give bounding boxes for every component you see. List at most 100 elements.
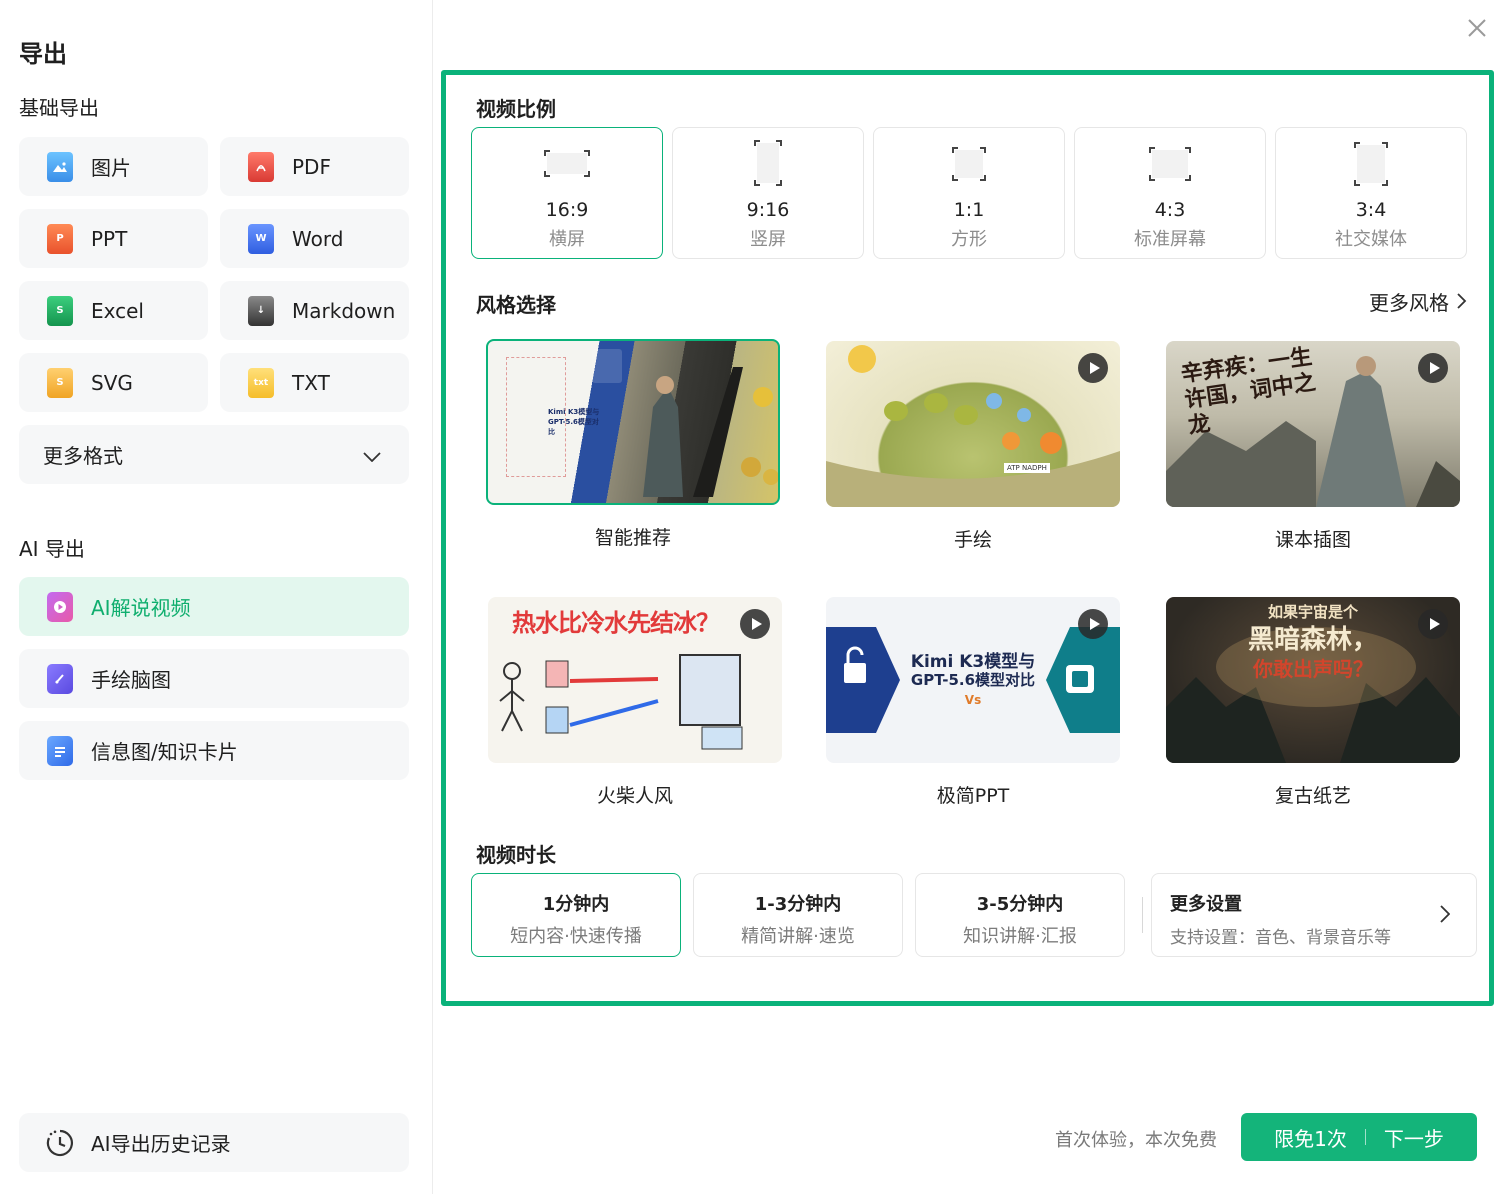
more-formats-dropdown[interactable]: 更多格式: [19, 425, 409, 484]
format-label: Markdown: [292, 298, 396, 323]
pdf-icon: [248, 151, 274, 182]
duration-option-1min[interactable]: 1分钟内 短内容·快速传播: [471, 873, 681, 957]
format-label: 图片: [91, 156, 131, 180]
format-ppt-button[interactable]: P PPT: [19, 209, 208, 268]
ai-export-history-button[interactable]: AI导出历史记录: [19, 1113, 409, 1172]
history-icon: [45, 1128, 75, 1158]
thumb-text: Kimi K3模型与 GPT-5.6模型对比: [548, 408, 600, 436]
ratio-standard-icon: [1149, 147, 1191, 181]
style-option-handdrawn[interactable]: ATP NADPH 手绘: [826, 341, 1120, 552]
play-icon: [1418, 353, 1448, 383]
history-label: AI导出历史记录: [91, 1132, 231, 1156]
duration-value: 1-3分钟内: [754, 894, 842, 915]
style-heading: 风格选择: [476, 293, 556, 317]
format-label: Word: [292, 226, 344, 251]
more-formats-label: 更多格式: [43, 444, 123, 468]
format-label: TXT: [292, 370, 330, 395]
ai-video-button[interactable]: AI解说视频: [19, 577, 409, 636]
style-option-minimal-ppt[interactable]: Kimi K3模型与 GPT-5.6模型对比 Vs 极简PPT: [826, 597, 1120, 808]
format-pdf-button[interactable]: PDF: [220, 137, 409, 196]
style-option-textbook[interactable]: 辛弃疾：一生许国，词中之龙 课本插图: [1166, 341, 1460, 552]
ratio-option-3-4[interactable]: 3:4 社交媒体: [1275, 127, 1467, 259]
ai-item-label: 信息图/知识卡片: [91, 740, 238, 764]
ratio-desc: 社交媒体: [1335, 229, 1407, 250]
style-thumbnail: Kimi K3模型与 GPT-5.6模型对比: [486, 339, 780, 505]
ratio-option-16-9[interactable]: 16:9 横屏: [471, 127, 663, 259]
thumb-vs: Vs: [964, 693, 982, 707]
style-option-stickman[interactable]: 热水比冷水先结冰？ 火柴人风: [488, 597, 782, 808]
divider: [1142, 897, 1143, 933]
ratio-value: 16:9: [545, 199, 589, 221]
chevron-right-icon: [1457, 290, 1467, 314]
duration-option-1-3min[interactable]: 1-3分钟内 精简讲解·速览: [693, 873, 903, 957]
ratio-desc: 标准屏幕: [1134, 229, 1206, 250]
ratio-desc: 方形: [951, 229, 987, 250]
play-icon: [1078, 353, 1108, 383]
dialog-title: 导出: [19, 40, 67, 68]
ratio-desc: 竖屏: [750, 229, 786, 250]
ratio-option-9-16[interactable]: 9:16 竖屏: [672, 127, 864, 259]
ai-export-heading: AI 导出: [19, 537, 85, 561]
ppt-icon: P: [47, 223, 73, 254]
txt-icon: txt: [248, 367, 274, 398]
thumb-line-2: 黑暗森林，: [1247, 625, 1378, 655]
video-options-panel: 视频比例 16:9 横屏 9:16 竖屏 1:1 方形 4:3 标准屏幕 3:4…: [441, 70, 1494, 1006]
duration-value: 3-5分钟内: [976, 894, 1064, 915]
svg-icon: S: [47, 367, 73, 398]
style-label: 复古纸艺: [1274, 785, 1351, 807]
style-option-smart[interactable]: Kimi K3模型与 GPT-5.6模型对比 智能推荐: [486, 339, 780, 550]
ratio-option-1-1[interactable]: 1:1 方形: [873, 127, 1065, 259]
ratio-social-icon: [1354, 142, 1388, 186]
format-excel-button[interactable]: S Excel: [19, 281, 208, 340]
mindmap-icon: [47, 663, 73, 694]
ratio-value: 3:4: [1355, 199, 1387, 221]
play-icon: [740, 609, 770, 639]
style-option-vintage-paper[interactable]: 如果宇宙是个 黑暗森林， 你敢出声吗？ 复古纸艺: [1166, 597, 1460, 808]
settings-desc: 支持设置：音色、背景音乐等: [1170, 928, 1391, 948]
divider: [1364, 1129, 1366, 1145]
play-icon: [1418, 609, 1448, 639]
thumb-subtitle: GPT-5.6模型对比: [910, 671, 1036, 689]
next-step-label: 下一步: [1383, 1126, 1444, 1151]
duration-value: 1分钟内: [542, 894, 610, 915]
ai-mindmap-button[interactable]: 手绘脑图: [19, 649, 409, 708]
format-markdown-button[interactable]: ↓ Markdown: [220, 281, 409, 340]
format-txt-button[interactable]: txt TXT: [220, 353, 409, 412]
duration-heading: 视频时长: [476, 843, 556, 867]
format-label: PPT: [91, 226, 128, 251]
ratio-option-4-3[interactable]: 4:3 标准屏幕: [1074, 127, 1266, 259]
ai-infographic-button[interactable]: 信息图/知识卡片: [19, 721, 409, 780]
chevron-down-icon: [363, 443, 381, 467]
ratio-square-icon: [952, 147, 986, 181]
style-thumbnail: Kimi K3模型与 GPT-5.6模型对比 Vs: [826, 597, 1120, 763]
style-thumbnail: 如果宇宙是个 黑暗森林， 你敢出声吗？: [1166, 597, 1460, 763]
image-icon: [47, 151, 73, 182]
style-thumbnail: 热水比冷水先结冰？: [488, 597, 782, 763]
sidebar: 导出 基础导出 图片 PDF P PPT W Word S Excel ↓ Ma…: [0, 0, 433, 1194]
style-label: 极简PPT: [936, 785, 1010, 807]
style-label: 课本插图: [1274, 529, 1351, 551]
video-icon: [47, 591, 73, 622]
more-styles-label: 更多风格: [1369, 291, 1449, 315]
more-settings-button[interactable]: 更多设置 支持设置：音色、背景音乐等: [1151, 873, 1477, 957]
format-label: Excel: [91, 298, 144, 323]
ai-item-label: 手绘脑图: [91, 668, 171, 692]
close-icon[interactable]: [1464, 15, 1490, 41]
more-styles-link[interactable]: 更多风格: [1369, 287, 1467, 316]
infographic-icon: [47, 735, 73, 766]
duration-desc: 短内容·快速传播: [510, 926, 642, 947]
ai-item-label: AI解说视频: [91, 596, 191, 620]
style-label: 智能推荐: [594, 527, 671, 549]
format-image-button[interactable]: 图片: [19, 137, 208, 196]
excel-icon: S: [47, 295, 73, 326]
format-word-button[interactable]: W Word: [220, 209, 409, 268]
format-svg-button[interactable]: S SVG: [19, 353, 208, 412]
ratio-desc: 横屏: [549, 229, 585, 250]
style-label: 火柴人风: [596, 785, 673, 807]
duration-option-3-5min[interactable]: 3-5分钟内 知识讲解·汇报: [915, 873, 1125, 957]
free-count-label: 限免1次: [1274, 1126, 1347, 1151]
thumb-text: ATP NADPH: [1004, 463, 1050, 473]
next-step-button[interactable]: 限免1次 下一步: [1241, 1113, 1477, 1161]
free-trial-note: 首次体验，本次免费: [1055, 1130, 1217, 1151]
ratio-value: 4:3: [1154, 199, 1186, 221]
